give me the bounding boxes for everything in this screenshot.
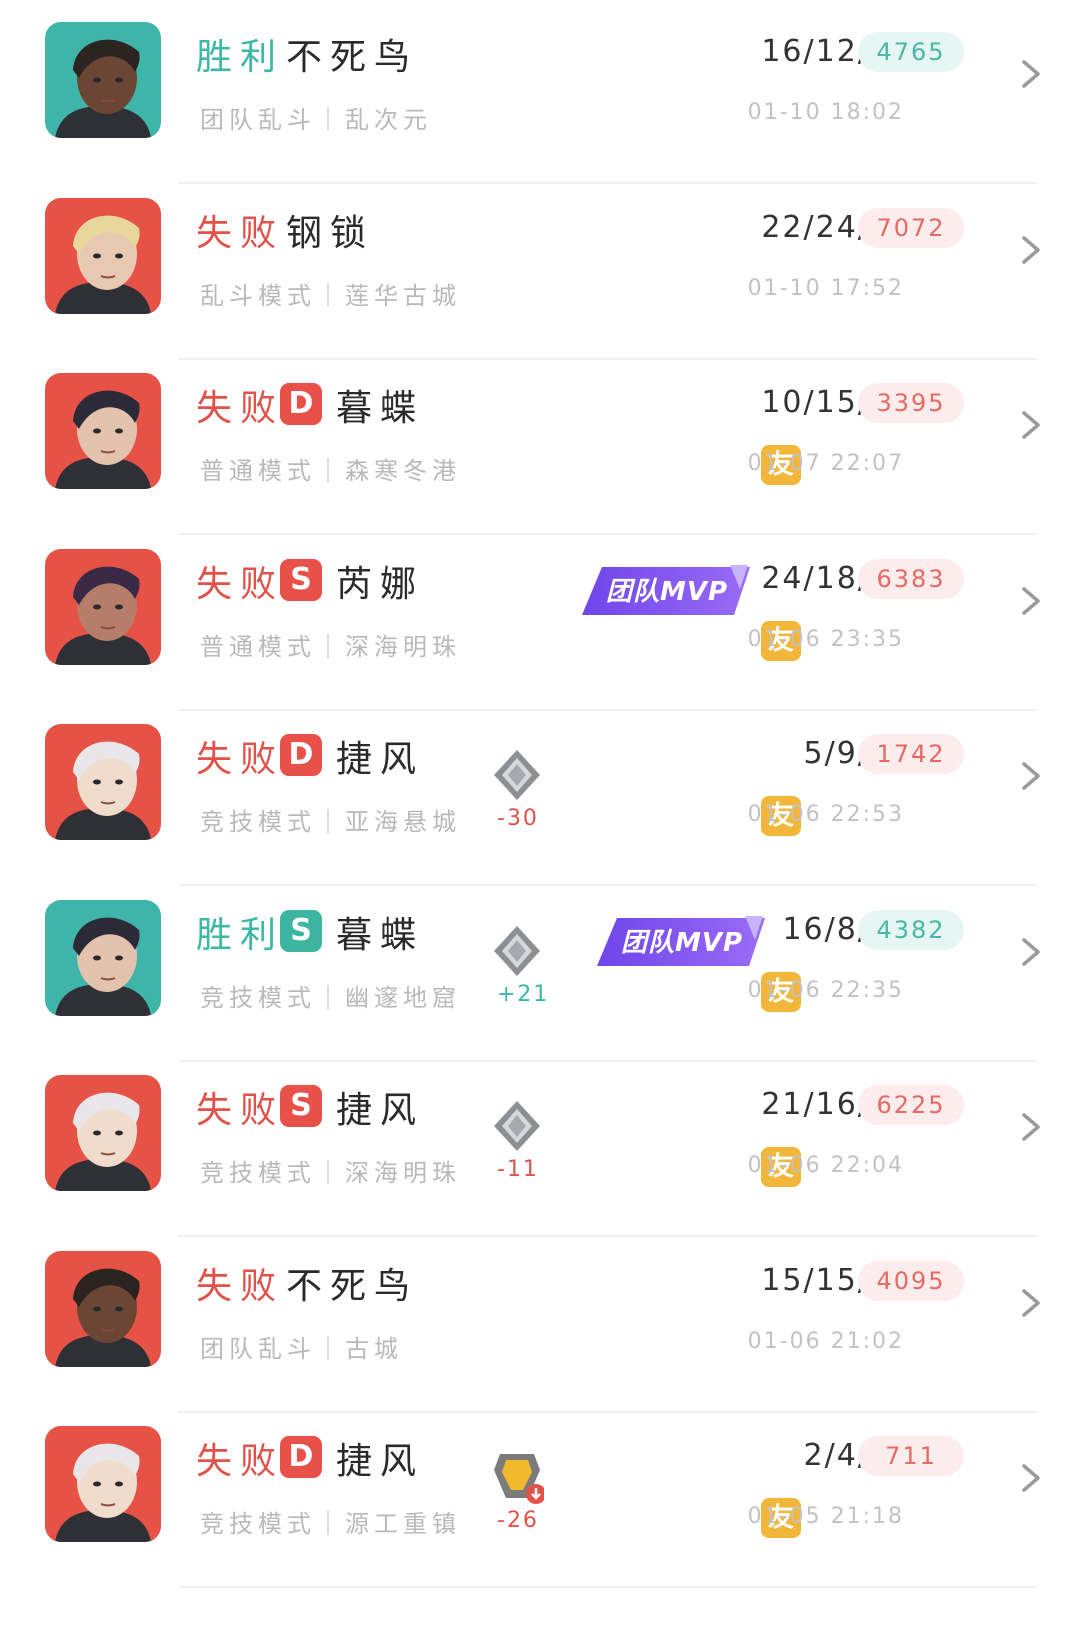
hero-name: 暮蝶 [336, 388, 425, 429]
rank-points-change: +21 [497, 981, 550, 1007]
rank-tier-icon [490, 922, 544, 980]
chevron-right-icon[interactable] [1016, 1283, 1046, 1323]
hero-avatar [45, 548, 161, 665]
match-row[interactable]: 胜利 S 暮蝶 竞技模式｜幽邃地窟 +21 团队MVP 16/8/8 4382 友 01-06 2… [0, 878, 1076, 1062]
match-row[interactable]: 失败 S 捷风 竞技模式｜深海明珠 -11 21/16/5 6225 友 01-06 22:04 [0, 1053, 1076, 1237]
rank-points-change: -30 [497, 806, 539, 831]
hero-avatar [45, 22, 161, 138]
chevron-right-icon[interactable] [1016, 1107, 1046, 1147]
hero-avatar [45, 1075, 161, 1191]
match-result: 失败 [196, 1090, 285, 1131]
mode-and-map: 竞技模式｜亚海悬城 [200, 808, 461, 836]
match-result: 失败 [196, 1265, 285, 1307]
performance-grade-badge: S [280, 1085, 322, 1127]
match-row[interactable]: 失败 钢锁 乱斗模式｜莲华古城 22/24/4 7072 01-10 17:52 [0, 176, 1076, 360]
match-result: 失败 [196, 563, 285, 605]
match-row[interactable]: 失败 D 捷风 竞技模式｜亚海悬城 -30 5/9/2 1742 友 01-06 22:53 [0, 702, 1076, 886]
match-score: 4095 [858, 1260, 964, 1301]
hero-avatar [45, 899, 161, 1016]
match-result: 胜利 [196, 37, 285, 78]
match-time: 01-06 22:53 [747, 802, 904, 827]
performance-grade-badge: S [280, 909, 322, 952]
mode-and-map: 普通模式｜深海明珠 [200, 632, 461, 661]
mode-and-map: 竞技模式｜深海明珠 [200, 1159, 461, 1187]
rank-tier-icon [490, 1097, 544, 1155]
team-mvp-badge: 团队MVP [580, 563, 750, 619]
chevron-right-icon[interactable] [1016, 405, 1046, 445]
chevron-right-icon[interactable] [1016, 54, 1046, 94]
mode-and-map: 团队乱斗｜古城 [200, 1334, 403, 1363]
match-score: 6225 [858, 1085, 964, 1125]
hero-name: 不死鸟 [286, 37, 419, 78]
chevron-right-icon[interactable] [1016, 1458, 1046, 1498]
performance-grade-badge: S [280, 558, 322, 601]
match-result: 胜利 [196, 914, 285, 956]
hero-avatar [45, 373, 161, 489]
performance-grade-badge: D [280, 1436, 322, 1478]
match-result: 失败 [196, 1441, 285, 1482]
chevron-right-icon[interactable] [1016, 756, 1046, 796]
match-time: 01-10 18:02 [747, 100, 904, 125]
mode-and-map: 竞技模式｜源工重镇 [200, 1510, 461, 1538]
match-score: 3395 [858, 383, 964, 423]
team-mvp-label: 团队MVP [606, 576, 729, 607]
mode-and-map: 普通模式｜森寒冬港 [200, 457, 461, 485]
chevron-right-icon[interactable] [1016, 932, 1046, 972]
match-result: 失败 [196, 212, 285, 254]
match-row[interactable]: 失败 S 芮娜 普通模式｜深海明珠 团队MVP 24/18/2 6383 友 01-06 23:… [0, 527, 1076, 711]
performance-grade-badge: D [280, 734, 322, 776]
match-row[interactable]: 失败 D 暮蝶 普通模式｜森寒冬港 10/15/7 3395 友 01-07 22:07 [0, 351, 1076, 535]
match-score: 4765 [858, 32, 964, 72]
match-score: 1742 [858, 734, 964, 774]
match-score: 4382 [858, 909, 964, 950]
hero-name: 钢锁 [286, 212, 375, 254]
match-result: 失败 [196, 739, 285, 780]
hero-avatar [45, 1250, 161, 1367]
hero-avatar [45, 724, 161, 840]
match-result: 失败 [196, 388, 285, 429]
match-time: 01-10 17:52 [747, 275, 904, 301]
mode-and-map: 竞技模式｜幽邃地窟 [200, 983, 461, 1012]
match-row[interactable]: 失败 D 捷风 竞技模式｜源工重镇 -26 2/4/2 711 友 01-05 21:18 [0, 1404, 1076, 1588]
divider [178, 1586, 1036, 1588]
match-row[interactable]: 胜利 不死鸟 团队乱斗｜乱次元 16/12/6 4765 01-10 18:02 [0, 0, 1076, 184]
match-row[interactable]: 失败 不死鸟 团队乱斗｜古城 15/15/2 4095 01-06 21:02 [0, 1229, 1076, 1413]
mode-and-map: 乱斗模式｜莲华古城 [200, 281, 461, 310]
rank-tier-icon [490, 1448, 546, 1506]
match-time: 01-06 22:04 [747, 1153, 904, 1178]
hero-name: 捷风 [336, 1441, 425, 1482]
match-time: 01-06 22:35 [747, 977, 904, 1003]
hero-name: 不死鸟 [286, 1265, 419, 1307]
match-time: 01-05 21:18 [747, 1504, 904, 1529]
hero-name: 暮蝶 [336, 914, 425, 956]
hero-name: 捷风 [336, 1090, 425, 1131]
team-mvp-label: 团队MVP [621, 927, 744, 958]
hero-avatar [45, 197, 161, 314]
match-time: 01-07 22:07 [747, 451, 904, 476]
hero-avatar [45, 1426, 161, 1542]
hero-name: 捷风 [336, 739, 425, 780]
chevron-right-icon[interactable] [1016, 230, 1046, 270]
match-score: 7072 [858, 207, 964, 248]
match-time: 01-06 21:02 [747, 1328, 904, 1354]
match-score: 6383 [858, 558, 964, 599]
mode-and-map: 团队乱斗｜乱次元 [200, 106, 432, 134]
rank-points-change: -26 [497, 1508, 539, 1533]
match-time: 01-06 23:35 [747, 626, 904, 652]
performance-grade-badge: D [280, 383, 322, 425]
rank-tier-icon [490, 746, 544, 804]
chevron-right-icon[interactable] [1016, 581, 1046, 621]
hero-name: 芮娜 [336, 563, 425, 605]
rank-points-change: -11 [497, 1157, 539, 1182]
team-mvp-badge: 团队MVP [595, 914, 765, 970]
match-score: 711 [858, 1436, 964, 1476]
